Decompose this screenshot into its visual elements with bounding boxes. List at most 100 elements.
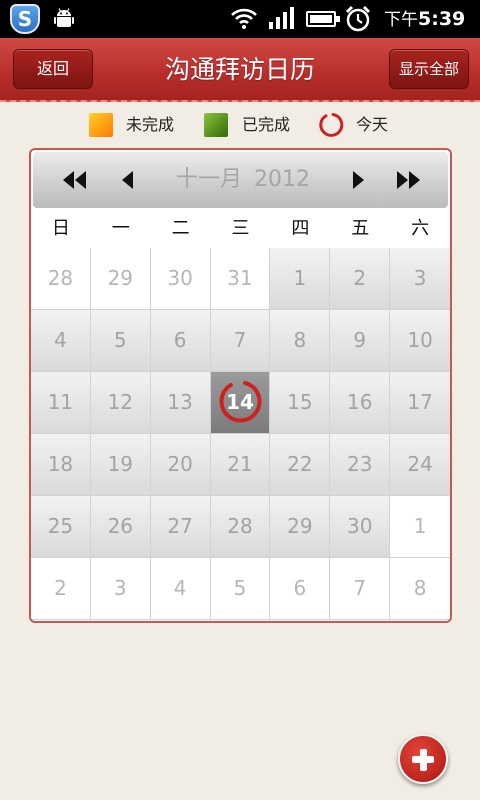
calendar-day-number: 27 xyxy=(167,514,193,538)
calendar-day-cell[interactable]: 4 xyxy=(31,310,91,372)
calendar-day-cell[interactable]: 3 xyxy=(390,248,450,310)
calendar-day-cell[interactable]: 20 xyxy=(150,434,211,496)
calendar-day-cell[interactable]: 10 xyxy=(390,310,450,372)
calendar-day-cell[interactable]: 5 xyxy=(210,558,271,620)
calendar-day-number: 30 xyxy=(347,514,373,538)
prev-year-icon[interactable] xyxy=(60,166,90,194)
calendar-day-number: 7 xyxy=(353,576,367,600)
calendar-day-cell[interactable]: 2 xyxy=(31,558,91,620)
calendar-day-cell[interactable]: 28 xyxy=(31,248,91,310)
done-swatch-icon xyxy=(204,113,228,137)
calendar-day-number: 5 xyxy=(233,576,247,600)
calendar-day-number: 25 xyxy=(47,514,74,538)
calendar-day-number: 2 xyxy=(54,576,67,600)
calendar-day-cell[interactable]: 23 xyxy=(330,434,391,496)
calendar-day-cell[interactable]: 1 xyxy=(390,496,450,558)
calendar-day-number: 16 xyxy=(347,390,373,414)
show-all-button[interactable]: 显示全部 xyxy=(389,49,469,89)
alarm-icon xyxy=(345,5,371,32)
calendar-day-cell[interactable]: 3 xyxy=(90,558,151,620)
calendar: 十一月 2012 日 一 二 三 四 五 六 28 29 30 31 1 2 3 4 5 6 7 8 9 1… xyxy=(29,148,452,623)
calendar-day-cell[interactable]: 30 xyxy=(330,496,391,558)
weekday-label: 五 xyxy=(351,218,370,239)
calendar-day-number: 24 xyxy=(407,452,433,476)
clock: 下午5:39 xyxy=(384,0,465,38)
wifi-icon xyxy=(231,8,257,29)
battery-icon xyxy=(306,11,340,27)
calendar-day-number: 1 xyxy=(293,266,307,290)
calendar-day-cell[interactable]: 22 xyxy=(270,434,331,496)
signal-icon xyxy=(269,7,294,29)
calendar-day-cell[interactable]: 26 xyxy=(90,496,151,558)
calendar-day-cell[interactable]: 6 xyxy=(150,310,211,372)
next-year-icon[interactable] xyxy=(393,166,423,194)
calendar-day-cell[interactable]: 1 xyxy=(270,248,331,310)
calendar-day-cell[interactable]: 18 xyxy=(31,434,91,496)
calendar-day-number: 20 xyxy=(167,452,193,476)
prev-month-icon[interactable] xyxy=(113,166,143,194)
weekday-header: 日 一 二 三 四 五 六 xyxy=(31,210,450,248)
calendar-day-cell[interactable]: 8 xyxy=(390,558,450,620)
calendar-day-cell[interactable]: 29 xyxy=(90,248,151,310)
calendar-day-cell[interactable]: 27 xyxy=(150,496,211,558)
calendar-day-cell[interactable]: 17 xyxy=(390,372,450,434)
calendar-day-number: 23 xyxy=(347,452,373,476)
calendar-day-cell[interactable]: 21 xyxy=(210,434,271,496)
add-visit-button[interactable] xyxy=(398,734,448,784)
calendar-day-number: 5 xyxy=(113,328,127,352)
calendar-day-number: 6 xyxy=(293,576,307,600)
weekday-label: 二 xyxy=(171,218,190,239)
weekday-label: 日 xyxy=(51,218,70,239)
calendar-day-cell[interactable]: 2 xyxy=(330,248,391,310)
calendar-day-cell[interactable]: 8 xyxy=(270,310,331,372)
calendar-week-row: 11 12 13 14 15 16 17 xyxy=(31,372,450,434)
calendar-day-cell[interactable]: 7 xyxy=(330,558,391,620)
calendar-day-cell[interactable]: 24 xyxy=(390,434,450,496)
calendar-day-cell[interactable]: 16 xyxy=(330,372,391,434)
calendar-day-number: 22 xyxy=(287,452,313,476)
calendar-day-number: 9 xyxy=(353,328,367,352)
calendar-day-cell[interactable]: 7 xyxy=(210,310,271,372)
calendar-day-cell[interactable]: 12 xyxy=(90,372,151,434)
legend-today-label: 今天 xyxy=(356,115,389,134)
calendar-day-cell[interactable]: 31 xyxy=(210,248,271,310)
calendar-day-cell[interactable]: 30 xyxy=(150,248,211,310)
calendar-day-number: 21 xyxy=(227,452,253,476)
calendar-day-number: 7 xyxy=(233,328,247,352)
calendar-day-number: 4 xyxy=(173,576,187,600)
calendar-day-cell[interactable]: 5 xyxy=(90,310,151,372)
calendar-day-cell-today[interactable]: 14 xyxy=(210,372,271,434)
back-button[interactable]: 返回 xyxy=(13,49,93,89)
calendar-day-cell[interactable]: 4 xyxy=(150,558,211,620)
calendar-day-cell[interactable]: 28 xyxy=(210,496,271,558)
month-label: 十一月 2012 xyxy=(153,152,333,208)
calendar-day-number: 30 xyxy=(167,266,193,290)
legend-undone-label: 未完成 xyxy=(126,115,175,134)
calendar-day-number: 12 xyxy=(107,390,134,414)
page-title: 沟通拜访日历 xyxy=(164,55,315,84)
calendar-day-cell[interactable]: 29 xyxy=(270,496,331,558)
calendar-day-number: 28 xyxy=(47,266,74,290)
calendar-day-cell[interactable]: 25 xyxy=(31,496,91,558)
calendar-day-cell[interactable]: 15 xyxy=(270,372,331,434)
calendar-day-cell[interactable]: 11 xyxy=(31,372,91,434)
calendar-day-number: 11 xyxy=(47,390,74,414)
calendar-day-cell[interactable]: 6 xyxy=(270,558,331,620)
weekday-label: 三 xyxy=(231,218,250,239)
year-name: 2012 xyxy=(254,167,310,192)
clock-time: 5:39 xyxy=(418,8,466,30)
calendar-day-number: 3 xyxy=(113,576,127,600)
calendar-day-number: 8 xyxy=(413,576,427,600)
weekday-label: 六 xyxy=(411,218,430,239)
legend-done-label: 已完成 xyxy=(242,115,291,134)
calendar-day-number: 15 xyxy=(287,390,313,414)
calendar-day-cell[interactable]: 9 xyxy=(330,310,391,372)
next-month-icon[interactable] xyxy=(343,166,373,194)
calendar-day-cell[interactable]: 13 xyxy=(150,372,211,434)
legend: 未完成 已完成 今天 xyxy=(0,110,480,140)
month-name: 十一月 xyxy=(175,167,242,192)
calendar-day-number: 29 xyxy=(107,266,134,290)
calendar-header: 十一月 2012 xyxy=(33,152,448,208)
calendar-day-cell[interactable]: 19 xyxy=(90,434,151,496)
calendar-day-number: 2 xyxy=(353,266,367,290)
